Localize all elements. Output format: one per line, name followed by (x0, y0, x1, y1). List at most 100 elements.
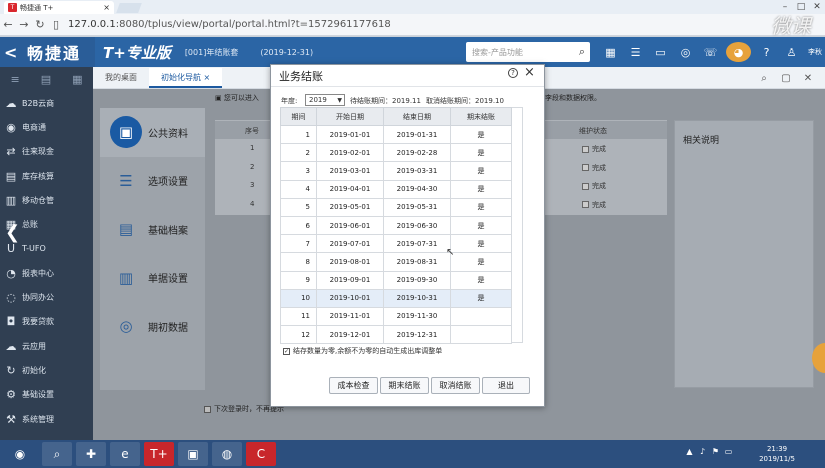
task-list-icon[interactable]: ☰ (623, 46, 648, 59)
forward-icon[interactable]: → (16, 18, 32, 31)
checkbox-box[interactable] (204, 405, 211, 413)
status-checkbox[interactable] (582, 201, 589, 208)
table-row[interactable]: 1 2019-01-01 2019-01-31 是 (280, 124, 512, 145)
close-icon[interactable]: ✕ (797, 73, 819, 84)
col-end: 结束日期 (383, 107, 451, 126)
search-placeholder: 搜索-产品功能 (472, 47, 523, 57)
user-name[interactable]: 李秋 (804, 47, 825, 57)
cancel-close-button[interactable]: 取消结账 (431, 377, 480, 394)
tab-close-icon[interactable]: × (204, 73, 211, 82)
sidebar-item[interactable]: ◌ 协同办公 (0, 285, 93, 309)
table-row[interactable]: 11 2019-11-01 2019-11-30 (280, 306, 512, 327)
mascot-avatar-icon[interactable]: ◕ (726, 42, 751, 62)
notice-text-end: 李段和数据权限。 (545, 94, 601, 102)
ie-icon[interactable]: e (110, 442, 140, 466)
tab-init-nav[interactable]: 初始化导航 × (149, 68, 223, 88)
tab-close-icon[interactable]: × (103, 3, 110, 12)
close-window-icon[interactable]: ✕ (809, 0, 825, 14)
sidebar-item[interactable]: ↻ 初始化 (0, 358, 93, 382)
status-checkbox[interactable] (582, 164, 589, 171)
auto-adjust-checkbox[interactable]: ✓ 结存数量为零,余额不为零的自动生成出库调整单 (283, 346, 442, 356)
back-arrow-icon[interactable]: ❮ (5, 222, 20, 243)
table-row[interactable]: 2 2019-02-01 2019-02-28 是 (280, 143, 512, 163)
period-cell: 12 (280, 325, 317, 345)
tray-input-icon[interactable]: ▭ (722, 447, 735, 456)
help-icon[interactable]: ? (754, 46, 779, 59)
sidebar-item[interactable]: ▥ 移动仓管 (0, 188, 93, 212)
grid-row-status[interactable]: 完成 (582, 181, 606, 191)
table-row[interactable]: 4 2019-04-01 2019-04-30 是 (280, 179, 512, 199)
init-nav-item[interactable]: ◎ 期初数据 (100, 302, 205, 351)
calculator-icon[interactable]: ▦ (598, 46, 623, 59)
clock[interactable]: 21:39 2019/11/5 (759, 444, 795, 464)
recorder-app-icon[interactable]: C (246, 442, 276, 466)
grid-icon[interactable]: ▦ (72, 73, 82, 86)
table-row[interactable]: 9 2019-09-01 2019-09-30 是 (280, 270, 512, 290)
phone-icon[interactable]: ☏ (698, 46, 723, 59)
new-tab-button[interactable] (116, 3, 142, 13)
url-field[interactable]: 127.0.0.1:8080/tplus/view/portal/portal.… (68, 19, 391, 30)
tray-flag-icon[interactable]: ⚑ (709, 447, 722, 456)
tray-sound-icon[interactable]: ♪ (696, 447, 709, 456)
init-nav-item[interactable]: ☰ 选项设置 (100, 157, 205, 206)
sidebar-item-label: 我要贷款 (22, 317, 54, 327)
sidebar-item[interactable]: ☁ 云应用 (0, 334, 93, 358)
search-input[interactable]: 搜索-产品功能 ⌕ (466, 42, 590, 62)
table-scroll-column[interactable] (512, 107, 523, 343)
tab-my-desktop[interactable]: 我的桌面 (93, 68, 149, 88)
init-nav-item[interactable]: ▤ 基础档案 (100, 205, 205, 254)
sidebar-item[interactable]: ◘ 我要贷款 (0, 310, 93, 334)
table-row[interactable]: 7 2019-07-01 2019-07-31 是 (280, 234, 512, 254)
end-date-cell: 2019-11-30 (383, 306, 451, 327)
grid-row-status[interactable]: 完成 (582, 200, 606, 210)
grid-row-status[interactable]: 完成 (582, 163, 606, 173)
year-select[interactable]: 2019 ▼ (305, 94, 345, 106)
reload-icon[interactable]: ↻ (32, 18, 48, 31)
browser-tab[interactable]: T 畅捷通 T+ × (4, 1, 114, 14)
cost-check-button[interactable]: 成本检查 (329, 377, 378, 394)
start-button-icon[interactable]: ◉ (2, 442, 38, 466)
search-icon[interactable]: ⌕ (753, 73, 775, 84)
back-icon[interactable]: ← (0, 18, 16, 31)
sidebar-item[interactable]: ◉ 电商通 (0, 115, 93, 139)
table-row[interactable]: 8 2019-08-01 2019-08-31 是 (280, 252, 512, 272)
period-table: 期间 开始日期 结束日期 期末结账 1 2019-01-01 2019-01-31 是… (280, 107, 512, 345)
chrome-app-icon[interactable]: ◍ (212, 442, 242, 466)
table-row[interactable]: 10 2019-10-01 2019-10-31 是 (280, 288, 512, 308)
message-icon[interactable]: ▭ (648, 46, 673, 59)
collapse-icon[interactable]: ▤ (41, 73, 51, 86)
user-icon[interactable]: ♙ (779, 46, 804, 59)
table-row[interactable]: 6 2019-06-01 2019-06-30 是 (280, 215, 512, 236)
sidebar-item[interactable]: ▤ 库存核算 (0, 164, 93, 188)
table-row[interactable]: 12 2019-12-01 2019-12-31 (280, 325, 512, 345)
exit-button[interactable]: 退出 (482, 377, 530, 394)
help-icon[interactable]: ? (508, 68, 518, 78)
sidebar-item[interactable]: ⚒ 系统管理 (0, 407, 93, 431)
search-app-icon[interactable]: ⌕ (42, 442, 72, 466)
status-checkbox[interactable] (582, 145, 589, 153)
sidebar-item[interactable]: ⇄ 往来现金 (0, 140, 93, 164)
init-nav-item[interactable]: ▥ 单据设置 (100, 254, 205, 303)
sidebar-item[interactable]: ☁ B2B云商 (0, 91, 93, 115)
folder-app-icon[interactable]: ▣ (178, 442, 208, 466)
tplus-app-icon[interactable]: T+ (144, 442, 174, 466)
customer-service-icon[interactable]: ◎ (673, 46, 698, 59)
status-label: 完成 (592, 200, 606, 209)
dialog-close-icon[interactable]: × (524, 65, 535, 80)
menu-icon[interactable]: ≡ (10, 73, 19, 86)
init-nav-item[interactable]: ▣ 公共资料 (100, 108, 205, 157)
checkbox-checked-icon[interactable]: ✓ (283, 347, 290, 355)
table-row[interactable]: 5 2019-05-01 2019-05-31 是 (280, 197, 512, 217)
add-app-icon[interactable]: ✚ (76, 442, 106, 466)
app-favicon-icon: T (8, 3, 17, 12)
sidebar-item[interactable]: ◔ 报表中心 (0, 261, 93, 285)
tray-network-icon[interactable]: ▲ (683, 447, 696, 456)
close-period-button[interactable]: 期末结账 (380, 377, 429, 394)
maximize-icon[interactable]: ▢ (775, 73, 797, 84)
table-row[interactable]: 3 2019-03-01 2019-03-31 是 (280, 161, 512, 181)
grid-row-status[interactable]: 完成 (582, 144, 606, 154)
start-date-cell: 2019-07-01 (316, 234, 384, 254)
status-checkbox[interactable] (582, 182, 589, 190)
sidebar-item[interactable]: ⚙ 基础设置 (0, 383, 93, 407)
search-icon[interactable]: ⌕ (579, 45, 585, 59)
